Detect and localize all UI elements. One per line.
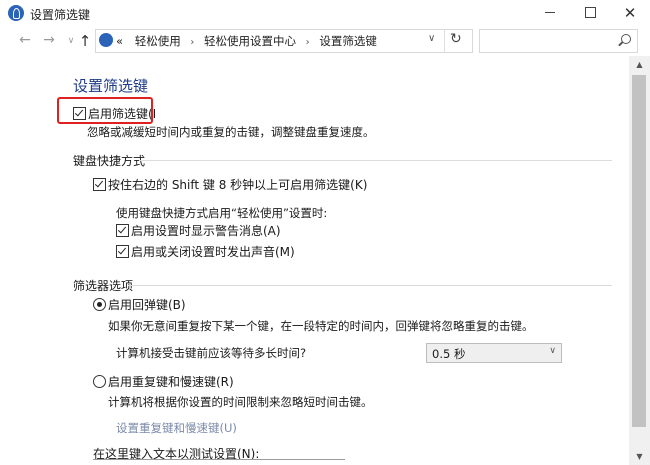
bounce-keys-label[interactable]: 启用回弹键(B) bbox=[108, 296, 186, 313]
up-button[interactable]: ↑ bbox=[76, 32, 94, 50]
scroll-down-icon[interactable]: ▼ bbox=[629, 448, 650, 465]
when-enabling-label: 使用键盘快捷方式启用“轻松使用”设置时: bbox=[116, 206, 328, 220]
shortcut-section-heading: 键盘快捷方式 bbox=[73, 154, 146, 168]
main-content: 设置筛选键 启用筛选键(I 忽略或减缓短时间内或重复的击键，调整键盘重复速度。 … bbox=[0, 56, 629, 465]
back-button[interactable]: ← bbox=[16, 32, 34, 48]
repeat-slow-keys-description: 计算机将根据你设置的时间限制来忽略短时间击键。 bbox=[108, 395, 373, 409]
make-sound-checkbox[interactable] bbox=[116, 245, 129, 258]
address-divider bbox=[444, 30, 445, 52]
bounce-keys-radio[interactable] bbox=[93, 298, 106, 311]
test-text-input[interactable] bbox=[93, 459, 345, 465]
close-button[interactable]: ✕ bbox=[610, 0, 650, 26]
filter-keys-description: 忽略或减缓短时间内或重复的击键，调整键盘重复速度。 bbox=[87, 125, 375, 139]
address-bar[interactable]: « 轻松使用 › 轻松使用设置中心 › 设置筛选键 ∨ ↻ bbox=[95, 29, 473, 53]
wait-time-select[interactable]: 0.5 秒 ∨ bbox=[426, 343, 562, 363]
section-divider bbox=[139, 160, 612, 161]
maximize-icon bbox=[584, 7, 596, 18]
chevron-right-icon[interactable]: › bbox=[306, 37, 310, 48]
repeat-slow-keys-link[interactable]: 设置重复键和慢速键(U) bbox=[116, 420, 237, 436]
bounce-keys-description: 如果你无意间重复按下某一个键，在一段特定的时间内，回弹键将忽略重复的击键。 bbox=[108, 319, 534, 333]
filter-options-heading: 筛选器选项 bbox=[73, 279, 134, 293]
breadcrumb-item-ease-of-access-center[interactable]: 轻松使用设置中心 bbox=[204, 34, 296, 48]
window-title: 设置筛选键 bbox=[30, 8, 91, 22]
hold-shift-checkbox[interactable] bbox=[93, 178, 106, 191]
control-panel-icon bbox=[99, 33, 113, 47]
ease-of-access-icon bbox=[8, 5, 24, 21]
breadcrumb: « 轻松使用 › 轻松使用设置中心 › 设置筛选键 bbox=[116, 33, 377, 49]
navigation-bar: ← → ∨ ↑ « 轻松使用 › 轻松使用设置中心 › 设置筛选键 ∨ ↻ bbox=[0, 26, 650, 56]
scrollbar-thumb[interactable] bbox=[632, 75, 646, 427]
breadcrumb-item-ease-of-access[interactable]: 轻松使用 bbox=[135, 34, 181, 48]
forward-button[interactable]: → bbox=[40, 32, 58, 48]
section-divider bbox=[128, 285, 612, 286]
search-icon bbox=[621, 34, 631, 44]
breadcrumb-item-filter-keys[interactable]: 设置筛选键 bbox=[319, 34, 377, 48]
vertical-scrollbar[interactable]: ▲ ▼ bbox=[629, 56, 650, 465]
repeat-slow-keys-label[interactable]: 启用重复键和慢速键(R) bbox=[108, 373, 234, 390]
wait-time-label: 计算机接受击键前应该等待多长时间? bbox=[116, 346, 307, 360]
breadcrumb-overflow[interactable]: « bbox=[116, 34, 123, 48]
chevron-right-icon[interactable]: › bbox=[190, 37, 194, 48]
wait-time-value: 0.5 秒 bbox=[432, 347, 466, 361]
hold-shift-label[interactable]: 按住右边的 Shift 键 8 秒钟以上可启用筛选键(K) bbox=[108, 176, 367, 193]
minimize-button[interactable] bbox=[530, 0, 570, 26]
maximize-button[interactable] bbox=[570, 0, 610, 26]
repeat-slow-keys-radio[interactable] bbox=[93, 375, 106, 388]
scroll-up-icon[interactable]: ▲ bbox=[629, 56, 650, 73]
minimize-icon bbox=[545, 12, 555, 13]
show-warning-label[interactable]: 启用设置时显示警告消息(A) bbox=[131, 222, 281, 239]
make-sound-label[interactable]: 启用或关闭设置时发出声音(M) bbox=[131, 243, 295, 260]
address-dropdown-icon[interactable]: ∨ bbox=[428, 33, 435, 44]
refresh-button[interactable]: ↻ bbox=[450, 31, 462, 47]
show-warning-checkbox[interactable] bbox=[116, 224, 129, 237]
filter-keys-window: 设置筛选键 ✕ ← → ∨ ↑ « 轻松使用 › 轻松使用设置中心 › 设置筛选… bbox=[0, 0, 650, 465]
highlight-box bbox=[57, 97, 153, 124]
search-input[interactable] bbox=[479, 29, 638, 53]
page-title: 设置筛选键 bbox=[73, 77, 149, 95]
title-bar: 设置筛选键 ✕ bbox=[0, 0, 650, 26]
chevron-down-icon: ∨ bbox=[549, 346, 556, 356]
